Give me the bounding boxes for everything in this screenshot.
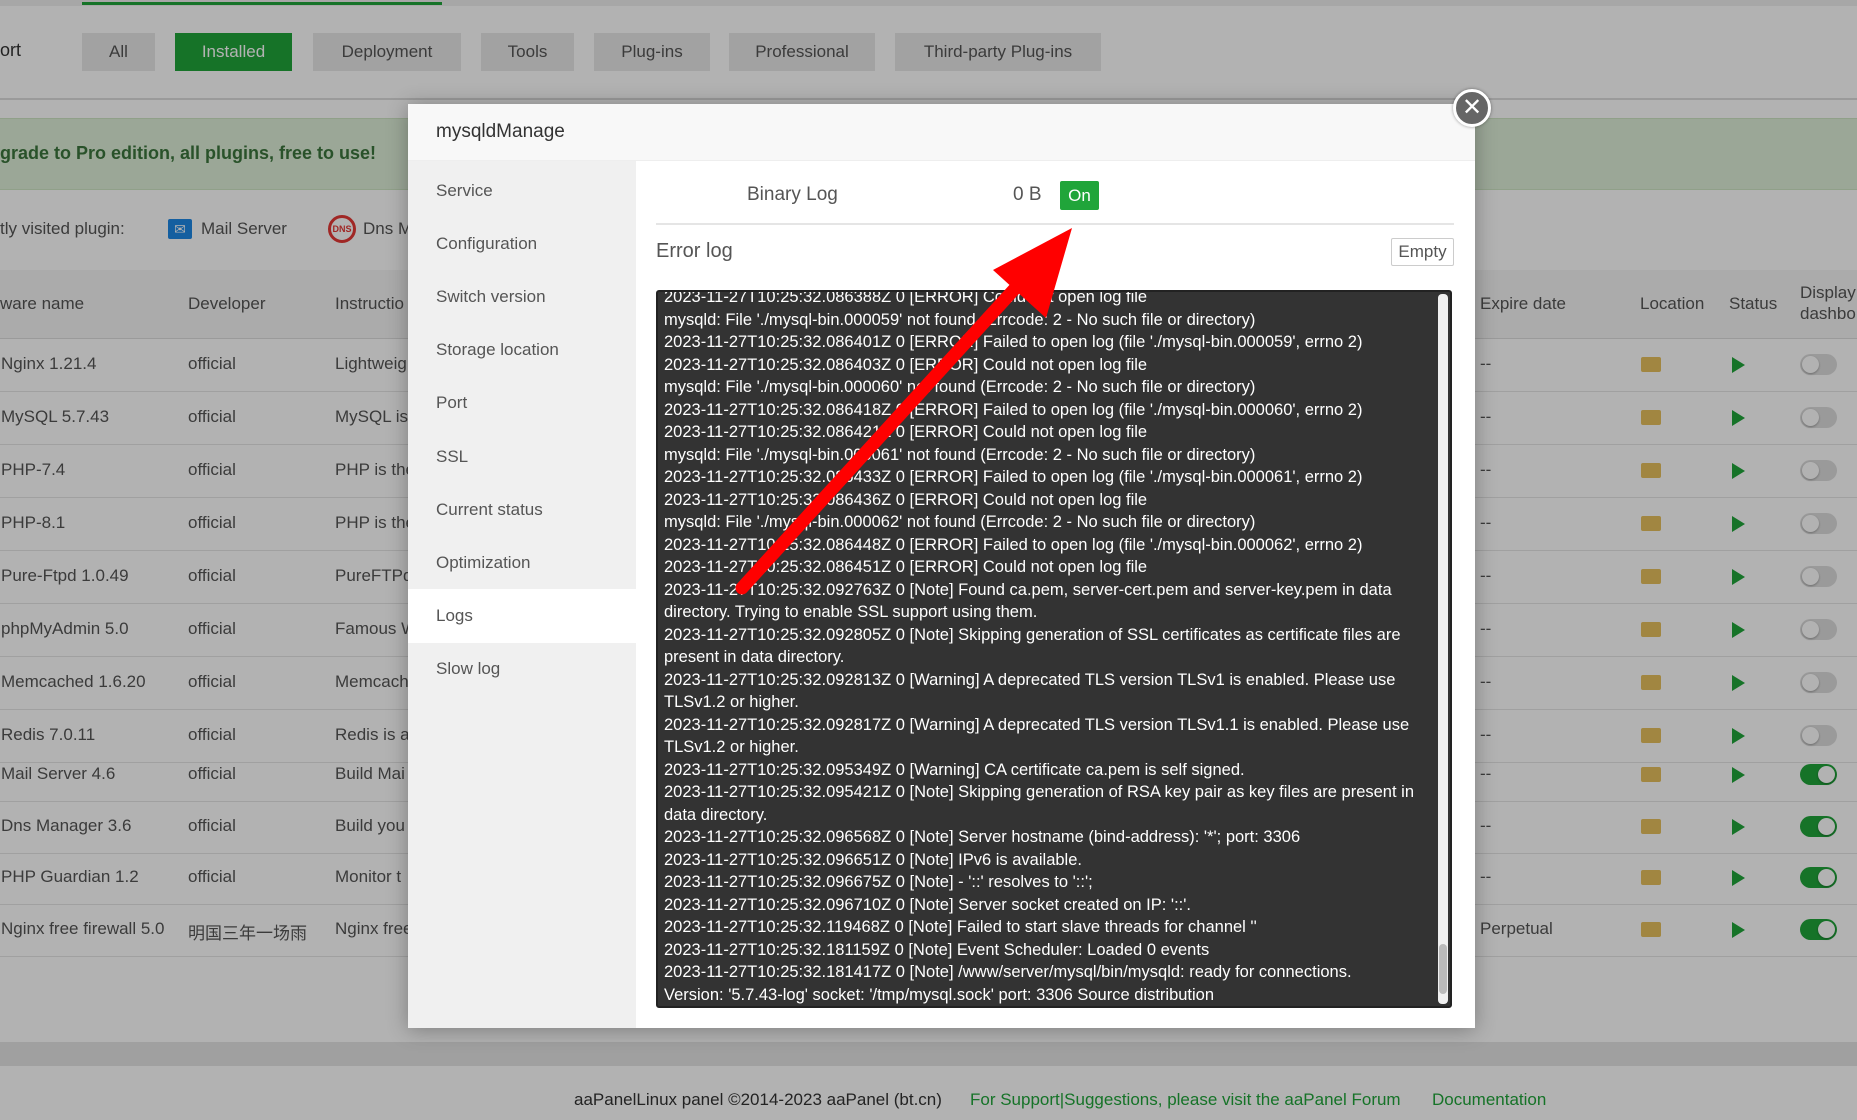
binary-log-label: Binary Log	[747, 184, 838, 205]
error-log-textarea[interactable]: 2023-11-27T10:25:32.086388Z 0 [ERROR] Co…	[656, 290, 1452, 1008]
menu-item-switch-version[interactable]: Switch version	[408, 270, 636, 324]
log-line: 2023-11-27T10:25:32.086418Z 0 [ERROR] Fa…	[664, 400, 1363, 419]
empty-log-button[interactable]: Empty	[1391, 238, 1454, 266]
log-line: 2023-11-27T10:25:32.086401Z 0 [ERROR] Fa…	[664, 333, 1363, 351]
log-line: 2023-11-27T10:25:32.086436Z 0 [ERROR] Co…	[664, 490, 1148, 509]
log-line: 2023-11-27T10:25:32.092805Z 0 [Note] Ski…	[664, 625, 1401, 667]
log-line: 2023-11-27T10:25:32.086421Z 0 [ERROR] Co…	[664, 423, 1148, 441]
menu-item-optimization[interactable]: Optimization	[408, 536, 636, 590]
log-line: 2023-11-27T10:25:32.095349Z 0 [Warning] …	[664, 760, 1245, 779]
log-line: 2023-11-27T10:25:32.096675Z 0 [Note] - '…	[664, 873, 1093, 891]
error-log-label: Error log	[656, 240, 733, 262]
dialog-header: mysqldManage	[408, 104, 1475, 161]
menu-item-logs[interactable]: Logs	[408, 588, 636, 643]
log-line: 2023-11-27T10:25:32.086433Z 0 [ERROR] Fa…	[664, 468, 1363, 486]
log-line: 2023-11-27T10:25:32.096568Z 0 [Note] Ser…	[664, 828, 1301, 846]
log-line: mysqld: File './mysql-bin.000060' not fo…	[664, 378, 1256, 396]
log-line: 2023-11-27T10:25:32.119468Z 0 [Note] Fai…	[664, 918, 1257, 936]
close-dialog-button[interactable]: ✕	[1453, 89, 1491, 127]
close-icon: ✕	[1461, 94, 1483, 121]
log-line: 2023-11-27T10:25:32.181159Z 0 [Note] Eve…	[664, 940, 1210, 959]
divider	[656, 223, 1454, 225]
dialog-title: mysqldManage	[436, 121, 565, 142]
menu-item-port[interactable]: Port	[408, 376, 636, 430]
scrollbar[interactable]	[1438, 294, 1448, 1004]
menu-item-storage-location[interactable]: Storage location	[408, 323, 636, 377]
menu-item-current-status[interactable]: Current status	[408, 483, 636, 537]
mysqld-manage-dialog: mysqldManage Service Configuration Switch …	[408, 104, 1475, 1028]
binary-log-toggle[interactable]: On	[1060, 181, 1099, 210]
menu-item-service[interactable]: Service	[408, 164, 636, 218]
log-line: 2023-11-27T10:25:32.086448Z 0 [ERROR] Fa…	[664, 535, 1363, 554]
log-line: 2023-11-27T10:25:32.096710Z 0 [Note] Ser…	[664, 895, 1191, 914]
dialog-sidebar: Service Configuration Switch version Storag…	[408, 161, 636, 1028]
log-line: 2023-11-27T10:25:32.092763Z 0 [Note] Fou…	[664, 580, 1392, 622]
binary-log-size: 0 B	[1013, 184, 1042, 205]
log-line: mysqld: File './mysql-bin.000062' not fo…	[664, 513, 1256, 531]
menu-item-slow-log[interactable]: Slow log	[408, 642, 636, 696]
log-line: 2023-11-27T10:25:32.095421Z 0 [Note] Ski…	[664, 783, 1414, 824]
menu-item-ssl[interactable]: SSL	[408, 430, 636, 484]
log-line: 2023-11-27T10:25:32.092817Z 0 [Warning] …	[664, 715, 1410, 757]
log-line: mysqld: File './mysql-bin.000059' not fo…	[664, 310, 1256, 329]
log-line: 2023-11-27T10:25:32.092813Z 0 [Warning] …	[664, 670, 1396, 712]
log-line: Version: '5.7.43-log' socket: '/tmp/mysq…	[664, 985, 1215, 1004]
menu-item-configuration[interactable]: Configuration	[408, 217, 636, 271]
log-line: 2023-11-27T10:25:32.086403Z 0 [ERROR] Co…	[664, 355, 1148, 374]
scrollbar-thumb[interactable]	[1439, 944, 1447, 994]
log-line: 2023-11-27T10:25:32.086388Z 0 [ERROR] Co…	[664, 290, 1148, 306]
log-line: 2023-11-27T10:25:32.086451Z 0 [ERROR] Co…	[664, 558, 1148, 576]
log-line: 2023-11-27T10:25:32.181417Z 0 [Note] /ww…	[664, 963, 1352, 981]
log-line: 2023-11-27T10:25:32.096651Z 0 [Note] IPv…	[664, 850, 1082, 869]
log-line: mysqld: File './mysql-bin.000061' not fo…	[664, 445, 1256, 464]
